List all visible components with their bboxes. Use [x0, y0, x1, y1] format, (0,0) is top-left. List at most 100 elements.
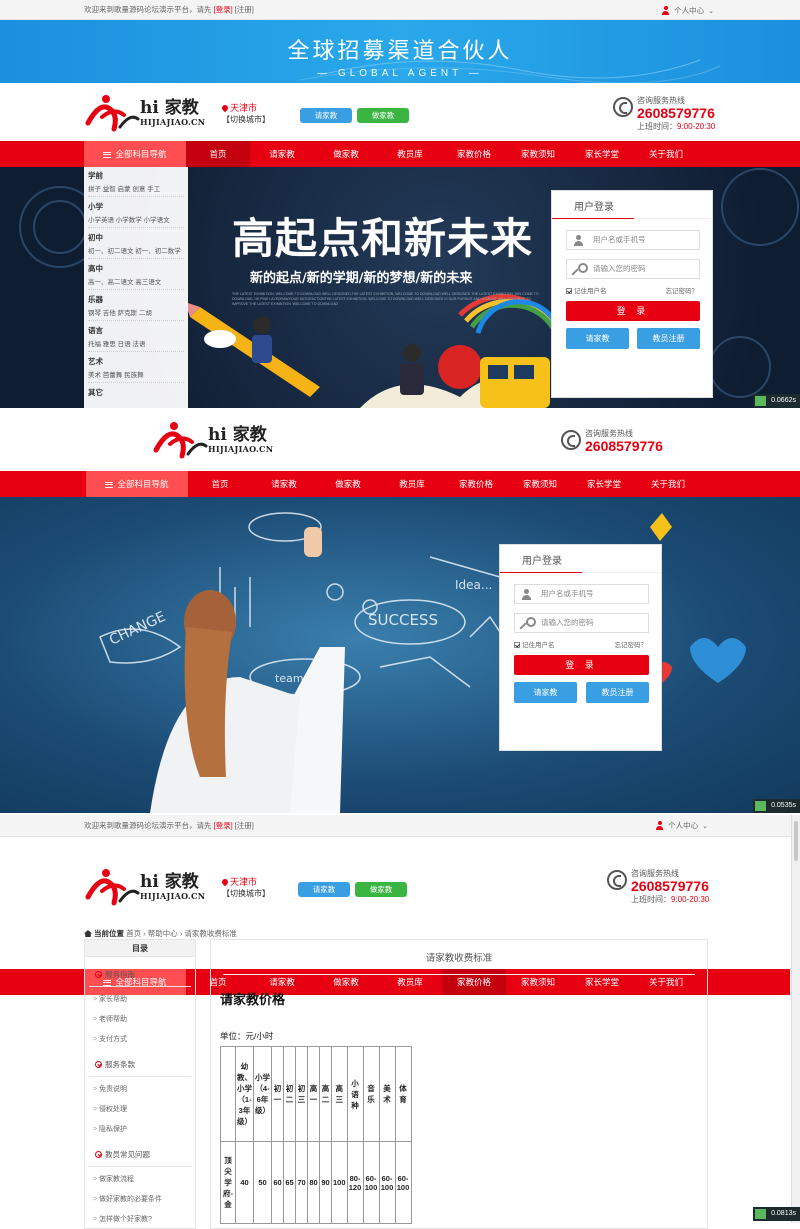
remember-checkbox[interactable]: 记住用户名 — [566, 285, 607, 295]
category-group[interactable]: 高中 — [88, 263, 184, 274]
site-logo[interactable]: hi 家教 HIJIAJIAO.CN — [152, 420, 273, 460]
nav-request-tutor[interactable]: 请家教 — [252, 471, 316, 497]
request-tutor-button[interactable]: 请家教 — [300, 108, 352, 123]
category-group[interactable]: 语言 — [88, 325, 184, 336]
nav-prices[interactable]: 家教价格 — [444, 471, 508, 497]
menu-item[interactable]: 家长帮助 — [85, 987, 195, 1007]
category-items[interactable]: 初一、初二语文 初一、初二数学 — [88, 245, 184, 259]
table-header: 幼教、小学（1-3年级） — [235, 1046, 254, 1142]
category-items[interactable]: 拼子 益智 启蒙 创意 手工 — [88, 183, 184, 197]
chevron-down-icon: ⌄ — [702, 822, 708, 830]
category-items[interactable]: 小学英语 小学数学 小学语文 — [88, 214, 184, 228]
nav-parents[interactable]: 家长学堂 — [572, 471, 636, 497]
become-tutor-button[interactable]: 做家教 — [355, 882, 407, 897]
nav-prices[interactable]: 家教价格 — [442, 141, 506, 167]
city-selector[interactable]: 天津市 【切换城市】 — [220, 103, 270, 125]
menu-item[interactable]: 老师帮助 — [85, 1007, 195, 1027]
page-scrollbar[interactable] — [791, 815, 800, 1223]
category-group[interactable]: 小学 — [88, 201, 184, 212]
recruit-banner[interactable]: 全球招募渠道合伙人 — GLOBAL AGENT — — [0, 20, 800, 83]
tutor-register-button[interactable]: 教员注册 — [637, 328, 700, 349]
nav-parents[interactable]: 家长学堂 — [570, 141, 634, 167]
username-input[interactable]: 用户名或手机号 — [566, 230, 700, 250]
hours-label: 上班时间： — [637, 122, 677, 131]
request-tutor-button[interactable]: 请家教 — [298, 882, 350, 897]
menu-group-service-guide[interactable]: 服务指南 — [89, 957, 191, 987]
nav-about[interactable]: 关于我们 — [634, 141, 698, 167]
nav-about[interactable]: 关于我们 — [636, 471, 700, 497]
table-header: 高二 — [319, 1046, 332, 1142]
forgot-password-link[interactable]: 忘记密码？ — [615, 639, 648, 649]
menu-item[interactable]: 隐私保护 — [85, 1117, 195, 1137]
logo-mark-icon — [85, 95, 140, 132]
nav-become-tutor[interactable]: 做家教 — [314, 141, 378, 167]
menu-item[interactable]: 怎样做个好家教? — [85, 1207, 195, 1227]
category-group[interactable]: 乐器 — [88, 294, 184, 305]
password-input[interactable]: 请输入您的密码 — [566, 259, 700, 279]
nav-notice[interactable]: 家教须知 — [506, 141, 570, 167]
menu-item[interactable]: 做好家教的必要条件 — [85, 1187, 195, 1207]
category-items[interactable]: 托福 雅思 日语 法语 — [88, 338, 184, 352]
table-header: 体育 — [394, 1046, 412, 1142]
login-link[interactable]: [登录] — [214, 820, 233, 831]
category-group[interactable]: 艺术 — [88, 356, 184, 367]
category-label: 全部科目导航 — [117, 479, 169, 489]
menu-group-faq[interactable]: 教员常见问题 — [89, 1137, 191, 1167]
category-group[interactable]: 其它 — [88, 387, 184, 398]
nav-notice[interactable]: 家教须知 — [508, 471, 572, 497]
nav-tutor-library[interactable]: 教员库 — [380, 471, 444, 497]
all-categories-button[interactable]: 全部科目导航 — [86, 471, 188, 497]
request-tutor-login-button[interactable]: 请家教 — [566, 328, 629, 349]
category-items[interactable]: 美术 芭蕾舞 民族舞 — [88, 369, 184, 383]
main-nav: 全部科目导航 首页 请家教 做家教 教员库 家教价格 家教须知 家长学堂 关于我… — [0, 141, 800, 167]
category-group[interactable]: 初中 — [88, 232, 184, 243]
logo-name: hi 家教 — [140, 98, 199, 118]
category-items[interactable]: 钢琴 吉他 萨克斯 二胡 — [88, 307, 184, 321]
username-input[interactable]: 用户名或手机号 — [514, 584, 649, 604]
nav-become-tutor[interactable]: 做家教 — [316, 471, 380, 497]
site-header: hi 家教 HIJIAJIAO.CN 天津市 【切换城市】 请家教 做家教 咨询… — [0, 83, 800, 141]
hero-banner-2[interactable]: CHANGE SUCCESS Idea... teamwork 用户登录 用户名… — [0, 497, 800, 813]
nav-tutor-library[interactable]: 教员库 — [378, 141, 442, 167]
all-categories-button[interactable]: 全部科目导航 — [84, 141, 186, 167]
hotline-number: 2608579776 — [637, 105, 715, 121]
site-logo[interactable]: hi 家教 HIJIAJIAO.CN — [84, 867, 205, 907]
nav-home[interactable]: 首页 — [186, 141, 250, 167]
menu-group-terms[interactable]: 服务条款 — [89, 1047, 191, 1077]
login-button[interactable]: 登 录 — [514, 655, 649, 675]
password-input[interactable]: 请输入您的密码 — [514, 613, 649, 633]
switch-city-link[interactable]: 【切换城市】 — [222, 888, 270, 899]
location-pin-icon — [220, 877, 230, 887]
request-tutor-login-button[interactable]: 请家教 — [514, 682, 577, 703]
login-button[interactable]: 登 录 — [566, 301, 700, 321]
hero-banner-1[interactable]: 高起点和新未来 新的起点/新的学期/新的梦想/新的未来 THE LATEST E… — [0, 167, 800, 408]
login-panel: 用户登录 用户名或手机号 请输入您的密码 记住用户名 忘记密码？ 登 录 请家教 … — [499, 544, 662, 751]
menu-item[interactable]: 免责说明 — [85, 1077, 195, 1097]
hours-value: 9:00-20:30 — [671, 895, 710, 904]
forgot-password-link[interactable]: 忘记密码？ — [666, 285, 699, 295]
breadcrumb-path[interactable]: 首页 › 帮助中心 › 请家教收费标准 — [126, 929, 237, 938]
menu-item[interactable]: 支付方式 — [85, 1027, 195, 1047]
hotline-number: 2608579776 — [631, 878, 709, 894]
banner-subtitle: — GLOBAL AGENT — — [317, 68, 483, 79]
become-tutor-button[interactable]: 做家教 — [357, 108, 409, 123]
site-logo[interactable]: hi 家教 HIJIAJIAO.CN — [84, 93, 205, 133]
price-cell: 80 — [307, 1141, 320, 1224]
login-link[interactable]: [登录] — [214, 4, 233, 15]
menu-item[interactable]: 做家教流程 — [85, 1167, 195, 1187]
user-center-menu[interactable]: 个人中心 ⌄ — [661, 5, 714, 16]
site-header: hi 家教 HIJIAJIAO.CN 天津市 【切换城市】 请家教 做家教 咨询… — [0, 859, 790, 914]
svg-text:CHANGE: CHANGE — [107, 609, 168, 649]
nav-request-tutor[interactable]: 请家教 — [250, 141, 314, 167]
menu-item[interactable]: 侵权处理 — [85, 1097, 195, 1117]
category-group[interactable]: 学前 — [88, 170, 184, 181]
register-link[interactable]: [注册] — [235, 4, 254, 15]
user-center-menu[interactable]: 个人中心 ⌄ — [655, 820, 708, 831]
remember-checkbox[interactable]: 记住用户名 — [514, 639, 555, 649]
tutor-register-button[interactable]: 教员注册 — [586, 682, 649, 703]
register-link[interactable]: [注册] — [235, 820, 254, 831]
category-items[interactable]: 高一、高二语文 高三语文 — [88, 276, 184, 290]
switch-city-link[interactable]: 【切换城市】 — [222, 114, 270, 125]
nav-home[interactable]: 首页 — [188, 471, 252, 497]
city-selector[interactable]: 天津市 【切换城市】 — [220, 877, 270, 899]
